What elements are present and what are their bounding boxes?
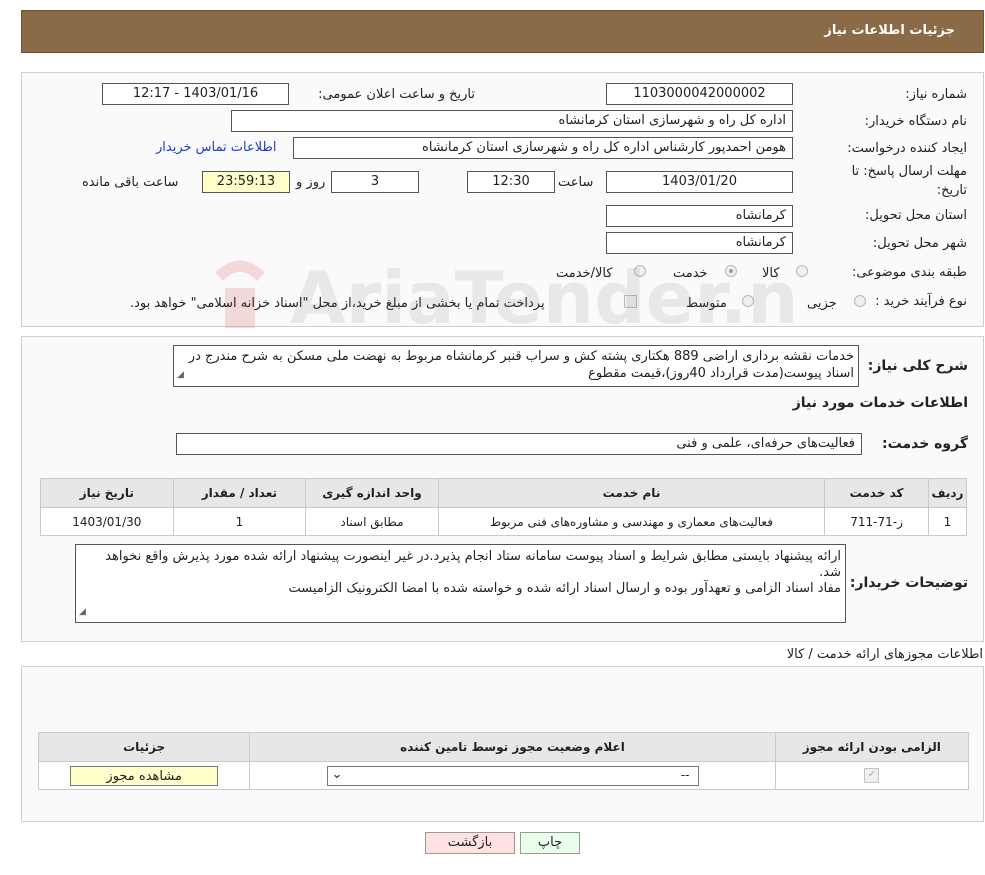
service-group-label: گروه خدمت: xyxy=(882,436,968,452)
remaining-time-field: 23:59:13 xyxy=(202,171,290,193)
col-unit: واحد اندازه گیری xyxy=(305,478,439,508)
city-field: کرمانشاه xyxy=(606,232,793,254)
buyer-field: اداره کل راه و شهرسازی استان کرمانشاه xyxy=(231,110,793,132)
permit-required-checkbox: ✓ xyxy=(864,768,880,783)
col-code: کد خدمت xyxy=(824,478,929,508)
need-number-label: شماره نیاز: xyxy=(905,87,967,102)
treasury-payment-note: پرداخت تمام یا بخشی از مبلغ خرید،از محل … xyxy=(130,296,545,311)
description-textarea: خدمات نقشه برداری اراضی 889 هکتاری پشته … xyxy=(173,345,859,387)
permits-table: الزامی بودن ارائه مجوز اعلام وضعیت مجوز … xyxy=(37,732,970,790)
permit-required-cell: ✓ xyxy=(774,761,970,790)
creator-field: هومن احمدپور کارشناس اداره کل راه و شهرس… xyxy=(293,137,793,159)
days-label: روز و xyxy=(296,175,326,190)
announce-field: 1403/01/16 - 12:17 xyxy=(102,83,289,105)
buyer-contact-link[interactable]: اطلاعات تماس خریدار xyxy=(156,140,276,155)
service-qty: 1 xyxy=(172,507,307,536)
chevron-down-icon: ⌄ xyxy=(331,766,343,782)
service-name: فعالیت‌های معماری و مهندسی و مشاوره‌های … xyxy=(437,507,826,536)
permits-table-header: الزامی بودن ارائه مجوز اعلام وضعیت مجوز … xyxy=(37,732,970,762)
col-date: تاریخ نیاز xyxy=(40,478,174,508)
table-row: ✓ -- ⌄ مشاهده مجوز xyxy=(37,761,970,790)
service-code: ز-71-711 xyxy=(824,507,929,536)
buyer-notes-label: توضیحات خریدار: xyxy=(849,575,968,591)
announce-label: تاریخ و ساعت اعلان عمومی: xyxy=(318,87,475,102)
process-label: نوع فرآیند خرید : xyxy=(875,294,967,309)
table-row: 1 ز-71-711 فعالیت‌های معماری و مهندسی و … xyxy=(40,507,968,536)
description-text: خدمات نقشه برداری اراضی 889 هکتاری پشته … xyxy=(188,349,854,381)
page-title: جزئیات اطلاعات نیاز xyxy=(824,23,955,38)
category-label: طبقه بندی موضوعی: xyxy=(851,265,967,280)
buyer-notes-line-1: ارائه پیشنهاد بایستی مطابق شرایط و اسناد… xyxy=(105,549,841,580)
deadline-label: مهلت ارسال پاسخ: تا xyxy=(851,164,967,179)
creator-label: ایجاد کننده درخواست: xyxy=(847,141,967,156)
col-permit-details: جزئیات xyxy=(37,732,251,762)
category-service-label: خدمت xyxy=(673,266,708,281)
deadline-time-label: ساعت xyxy=(558,175,594,190)
col-name: نام خدمت xyxy=(437,478,826,508)
services-table: ردیف کد خدمت نام خدمت واحد اندازه گیری ت… xyxy=(40,478,968,536)
treasury-payment-checkbox[interactable] xyxy=(624,295,637,308)
process-medium-radio[interactable] xyxy=(742,295,754,307)
row-number: 1 xyxy=(927,507,968,536)
services-table-header: ردیف کد خدمت نام خدمت واحد اندازه گیری ت… xyxy=(40,478,968,508)
service-group-field: فعالیت‌های حرفه‌ای، علمی و فنی xyxy=(176,433,862,455)
permit-status-value: -- xyxy=(680,767,690,782)
province-field: کرمانشاه xyxy=(606,205,793,227)
service-date: 1403/01/30 xyxy=(40,507,174,536)
process-minor-radio[interactable] xyxy=(854,295,866,307)
page-header: جزئیات اطلاعات نیاز xyxy=(21,10,984,53)
remaining-label: ساعت باقی مانده xyxy=(82,175,179,190)
col-qty: تعداد / مقدار xyxy=(172,478,307,508)
buyer-notes-line-2: مفاد اسناد الزامی و تعهدآور بوده و ارسال… xyxy=(288,581,841,596)
province-label: استان محل تحویل: xyxy=(865,208,967,223)
category-service-radio[interactable] xyxy=(725,265,737,277)
permit-status-select[interactable]: -- ⌄ xyxy=(326,765,699,786)
category-both-radio[interactable] xyxy=(634,265,646,277)
deadline-label-2: تاریخ: xyxy=(936,183,967,198)
category-goods-label: کالا xyxy=(762,266,780,281)
col-permit-required: الزامی بودن ارائه مجوز xyxy=(774,732,970,762)
deadline-time-field: 12:30 xyxy=(467,171,555,193)
process-minor-label: جزیی xyxy=(807,296,837,311)
print-button[interactable]: چاپ xyxy=(520,832,580,854)
view-permit-button[interactable]: مشاهده مجوز xyxy=(70,765,219,786)
description-label: شرح کلی نیاز: xyxy=(867,358,968,374)
need-number-field: 1103000042000002 xyxy=(606,83,793,105)
days-field: 3 xyxy=(331,171,419,193)
permit-status-cell: -- ⌄ xyxy=(249,761,776,790)
service-unit: مطابق اسناد xyxy=(305,507,439,536)
resize-grip-icon[interactable]: ◢ xyxy=(177,367,184,384)
category-both-label: کالا/خدمت xyxy=(556,266,613,281)
process-medium-label: متوسط xyxy=(686,296,727,311)
buyer-notes-textarea: ارائه پیشنهاد بایستی مطابق شرایط و اسناد… xyxy=(75,544,846,623)
back-button[interactable]: بازگشت xyxy=(425,832,515,854)
deadline-date-field: 1403/01/20 xyxy=(606,171,793,193)
col-row: ردیف xyxy=(927,478,968,508)
buyer-label: نام دستگاه خریدار: xyxy=(864,114,967,129)
resize-grip-icon[interactable]: ◢ xyxy=(79,604,86,620)
permits-section-title: اطلاعات مجوزهای ارائه خدمت / کالا xyxy=(786,647,983,662)
permit-details-cell: مشاهده مجوز xyxy=(37,761,251,790)
city-label: شهر محل تحویل: xyxy=(872,236,967,251)
col-permit-status: اعلام وضعیت مجوز توسط تامین کننده xyxy=(249,732,776,762)
category-goods-radio[interactable] xyxy=(796,265,808,277)
services-section-title: اطلاعات خدمات مورد نیاز xyxy=(792,395,968,411)
